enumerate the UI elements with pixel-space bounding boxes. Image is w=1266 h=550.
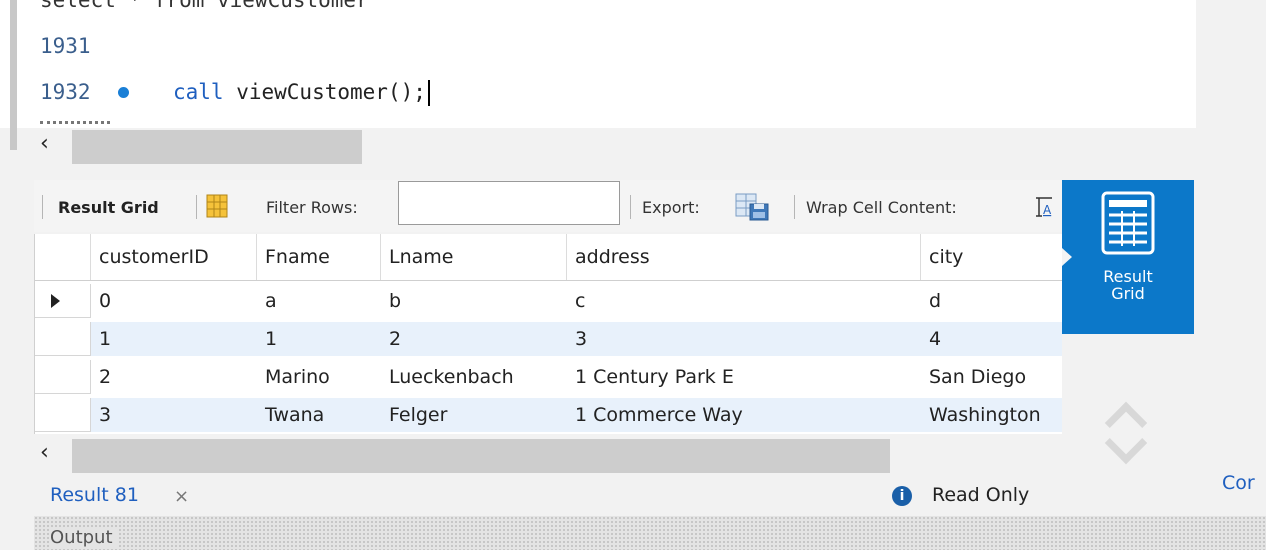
sql-editor[interactable]: select * from viewCustomer 1931 1932 call… xyxy=(0,0,1196,128)
panel-pointer-icon xyxy=(1062,248,1072,266)
form-editor-icon[interactable] xyxy=(206,194,228,218)
toolbar-separator xyxy=(42,195,43,219)
row-selector[interactable] xyxy=(35,322,91,356)
close-icon[interactable]: × xyxy=(174,486,189,507)
cell-city[interactable]: San Diego xyxy=(921,360,1065,394)
cell-address[interactable]: c xyxy=(567,284,921,318)
side-result-grid-label: Result Grid xyxy=(1103,267,1153,303)
cell-lname[interactable]: Felger xyxy=(381,398,567,432)
context-help-link[interactable]: Cor xyxy=(1222,472,1255,494)
code-line-1932[interactable]: 1932 call viewCustomer(); xyxy=(40,78,430,106)
output-label: Output xyxy=(50,527,119,548)
cell-fname[interactable]: Marino xyxy=(257,360,381,394)
row-selector-header[interactable] xyxy=(35,234,91,280)
cell-customerid[interactable]: 1 xyxy=(91,322,257,356)
cell-lname[interactable]: 2 xyxy=(381,322,567,356)
info-icon: i xyxy=(892,486,912,506)
code-line-partial: select * from viewCustomer xyxy=(40,0,369,14)
column-header-address[interactable]: address xyxy=(567,234,921,280)
scroll-left-icon[interactable]: ‹ xyxy=(40,132,49,156)
cell-address[interactable]: 1 Commerce Way xyxy=(567,398,921,432)
svg-text:A: A xyxy=(1043,203,1052,217)
read-only-status: Read Only xyxy=(932,484,1030,506)
row-selector[interactable] xyxy=(35,398,91,432)
code-text: viewCustomer(); xyxy=(223,80,426,104)
export-icon[interactable] xyxy=(734,192,770,222)
result-grid-label[interactable]: Result Grid xyxy=(58,198,159,217)
column-header-fname[interactable]: Fname xyxy=(257,234,381,280)
result-grid-icon xyxy=(1101,191,1155,255)
cell-city[interactable]: Washington xyxy=(921,398,1065,432)
text-cursor xyxy=(427,80,430,106)
line-number: 1932 xyxy=(40,80,91,104)
keyword-call: call xyxy=(173,80,224,104)
side-result-grid-button[interactable]: Result Grid xyxy=(1062,180,1194,334)
cell-fname[interactable]: 1 xyxy=(257,322,381,356)
column-header-lname[interactable]: Lname xyxy=(381,234,567,280)
wrap-cell-content-label: Wrap Cell Content: xyxy=(806,198,957,217)
scroll-left-icon[interactable]: ‹ xyxy=(40,441,49,465)
cell-address[interactable]: 1 Century Park E xyxy=(567,360,921,394)
cell-fname[interactable]: Twana xyxy=(257,398,381,432)
cell-fname[interactable]: a xyxy=(257,284,381,318)
code-line-cut-off xyxy=(40,121,110,128)
statement-marker-icon xyxy=(118,86,129,98)
column-header-city[interactable]: city xyxy=(921,234,1065,280)
code-line-1931[interactable]: 1931 xyxy=(40,32,104,60)
grid-scrollbar-thumb[interactable] xyxy=(72,439,890,473)
line-number: 1931 xyxy=(40,34,91,58)
export-label: Export: xyxy=(642,198,700,217)
cell-customerid[interactable]: 3 xyxy=(91,398,257,432)
filter-rows-input[interactable] xyxy=(398,181,620,225)
cell-address[interactable]: 3 xyxy=(567,322,921,356)
tab-result-81[interactable]: Result 81 xyxy=(50,484,139,506)
result-grid[interactable]: customerID Fname Lname address city 0 a … xyxy=(34,234,1065,434)
output-panel-header[interactable] xyxy=(34,516,1266,550)
code-text: select * from viewCustomer xyxy=(40,0,369,12)
toolbar-separator xyxy=(794,195,795,219)
row-selector[interactable] xyxy=(35,360,91,394)
wrap-text-icon[interactable]: A xyxy=(1034,196,1054,218)
header-divider xyxy=(35,280,1065,281)
cell-lname[interactable]: b xyxy=(381,284,567,318)
toolbar-separator xyxy=(196,195,197,219)
cell-customerid[interactable]: 0 xyxy=(91,284,257,318)
toolbar-separator xyxy=(630,195,631,219)
editor-left-border xyxy=(10,0,17,150)
cell-city[interactable]: d xyxy=(921,284,1065,318)
column-header-customerid[interactable]: customerID xyxy=(91,234,257,280)
current-row-arrow-icon xyxy=(51,294,60,308)
cell-customerid[interactable]: 2 xyxy=(91,360,257,394)
row-selector[interactable] xyxy=(35,284,91,318)
editor-scrollbar-thumb[interactable] xyxy=(72,130,362,164)
filter-rows-label: Filter Rows: xyxy=(266,198,358,217)
cell-city[interactable]: 4 xyxy=(921,322,1065,356)
cell-lname[interactable]: Lueckenbach xyxy=(381,360,567,394)
